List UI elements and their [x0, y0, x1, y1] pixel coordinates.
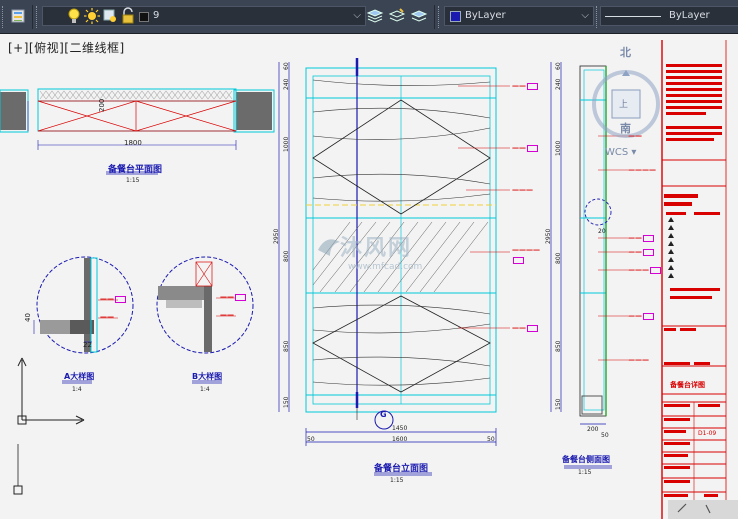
detail-b-scale: 1:4	[200, 386, 210, 393]
watermark-logo	[318, 239, 340, 256]
elevation-title: 备餐台立面图	[374, 464, 429, 474]
elev-dim-3: 2950	[273, 228, 280, 244]
chevron-down-icon[interactable]: ⌵	[581, 7, 589, 25]
layer-match-icon[interactable]	[388, 7, 406, 25]
sun-icon[interactable]	[83, 7, 101, 25]
title-block-label-1: 备餐台详图	[670, 381, 705, 389]
section-scale: 1:15	[578, 469, 592, 476]
detail-a-scale: 1:4	[72, 386, 82, 393]
sect-dim-2: 1000	[555, 140, 562, 156]
toolbar-grip[interactable]	[2, 6, 6, 28]
viewcube-north[interactable]: 北	[620, 44, 631, 60]
elev-dim-4: 800	[283, 250, 290, 262]
watermark-url: www.mfcad.com	[348, 262, 423, 272]
sect-dim-5: 850	[555, 340, 562, 352]
layer-previous-icon[interactable]	[410, 7, 428, 25]
linetype-combo[interactable]: ByLayer	[600, 6, 738, 26]
linetype-sample	[605, 16, 661, 17]
plan-view-scale: 1:15	[126, 177, 140, 184]
elev-dim-1: 240	[283, 78, 290, 90]
layer-state-icon[interactable]	[366, 7, 384, 25]
sect-anno-2: ————	[628, 166, 656, 174]
layer-properties-icon[interactable]	[10, 7, 28, 25]
lock-icon[interactable]	[119, 7, 137, 25]
layer-name: 9	[153, 10, 160, 21]
plan-dim-width: 1800	[124, 139, 142, 147]
lightbulb-icon[interactable]	[65, 7, 83, 25]
section-view	[550, 62, 628, 469]
detail-b-anno-2: ——	[220, 311, 234, 319]
sect-dim-side: 20	[598, 228, 606, 235]
elev-anno-6: ——	[512, 324, 538, 332]
chevron-down-icon[interactable]: ⌵	[353, 7, 361, 25]
elev-dim-bottom-inner: 1450	[392, 425, 408, 432]
detail-a-title: A大样图	[64, 372, 95, 381]
elev-anno-5	[512, 256, 524, 264]
detail-b-anno-1: ——	[220, 293, 246, 301]
ucs-label[interactable]: WCS	[605, 147, 628, 158]
watermark-brand: 沐风网	[340, 236, 413, 261]
ucs-menu[interactable]: WCS ▾	[605, 147, 636, 158]
sect-anno-7: ———	[628, 356, 649, 364]
elev-dim-bottom-total: 1600	[392, 436, 408, 443]
color-swatch	[450, 11, 461, 22]
elev-dim-bottom-right: 50	[487, 436, 495, 443]
sect-anno-6: ——	[628, 312, 654, 320]
plan-view-title: 备餐台平面图	[108, 165, 163, 175]
elev-dim-0: 60	[283, 62, 290, 70]
elevation-marker-g: G	[380, 410, 387, 419]
viewport-label[interactable]: [+][俯视][二维线框]	[8, 39, 125, 56]
title-block-label-2: D1-09	[698, 430, 717, 437]
elev-dim-5: 850	[283, 340, 290, 352]
sect-dim-bottom-small: 50	[601, 432, 609, 439]
title-block	[661, 40, 727, 519]
sect-anno-5: ———	[628, 266, 661, 274]
elevation-scale: 1:15	[390, 477, 404, 484]
section-title: 备餐台侧面图	[562, 455, 610, 464]
elev-dim-6: 150	[283, 396, 290, 408]
detail-b	[156, 256, 254, 384]
detail-a-anno-1: ——	[100, 295, 126, 303]
color-combo[interactable]: ByLayer ⌵	[444, 6, 594, 26]
sect-dim-6: 150	[555, 398, 562, 410]
toolbar-separator	[434, 5, 435, 29]
viewcube-south[interactable]: 南	[620, 120, 631, 136]
sect-dim-1: 240	[555, 78, 562, 90]
drawing-canvas[interactable]: [+][俯视][二维线框] 1800 200 备餐台平面图 1:15 40 22…	[0, 34, 738, 519]
plan-dim-height: 200	[98, 98, 106, 112]
detail-a	[33, 256, 134, 384]
toolbar-separator	[32, 5, 33, 29]
sect-dim-0: 60	[555, 62, 562, 70]
detail-b-title: B大样图	[192, 372, 223, 381]
chevron-down-icon[interactable]: ▾	[631, 147, 636, 158]
color-value: ByLayer	[465, 10, 506, 21]
detail-a-anno-2: ——	[100, 313, 114, 321]
elev-anno-1: ——	[512, 82, 538, 90]
sect-dim-3: 2950	[545, 228, 552, 244]
elev-anno-2: ——	[512, 144, 538, 152]
freeze-icon[interactable]	[101, 7, 119, 25]
elev-dim-bottom-left: 50	[307, 436, 315, 443]
detail-a-dim-1: 40	[24, 313, 32, 322]
sect-anno-3: ——	[628, 234, 654, 242]
sect-anno-4: ——	[628, 248, 654, 256]
sect-dim-bottom: 200	[587, 426, 599, 433]
viewcube-top-face[interactable]: 上	[619, 97, 628, 110]
toolbar-grip[interactable]	[438, 6, 442, 28]
layer-toolbar: 9 ⌵ ByLayer ⌵ ByLayer	[0, 0, 738, 34]
elev-anno-4: ————	[512, 246, 540, 254]
elev-dim-2: 1000	[283, 136, 290, 152]
layer-color-swatch	[139, 12, 149, 22]
linetype-value: ByLayer	[669, 10, 710, 21]
elev-anno-3: ———	[512, 186, 533, 194]
layer-combo[interactable]: 9 ⌵	[42, 6, 366, 26]
sect-dim-4: 800	[555, 252, 562, 264]
toolbar-grip[interactable]	[36, 6, 40, 28]
detail-a-dim-2: 22	[83, 341, 92, 349]
navigation-bar[interactable]	[668, 500, 738, 519]
